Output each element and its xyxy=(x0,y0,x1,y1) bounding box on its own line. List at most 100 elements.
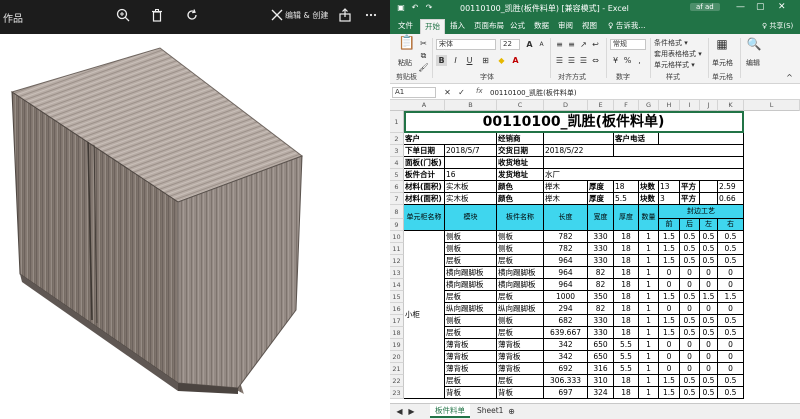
table-row-cell[interactable]: 306.333 xyxy=(544,375,588,387)
table-row-cell[interactable]: 964 xyxy=(544,255,588,267)
table-row-cell[interactable]: 350 xyxy=(588,291,614,303)
table-row-cell[interactable]: 0 xyxy=(700,303,718,315)
table-row-cell[interactable]: 1.5 xyxy=(659,315,680,327)
column-header[interactable]: K xyxy=(718,100,744,111)
table-row-cell[interactable]: 0 xyxy=(659,279,680,291)
table-row-cell[interactable]: 1 xyxy=(639,375,659,387)
row-header[interactable]: 4 xyxy=(390,157,404,169)
table-row-cell[interactable]: 侧板 xyxy=(497,231,544,243)
table-row-cell[interactable]: 0 xyxy=(718,363,744,375)
format-painter-icon[interactable]: 🖌 xyxy=(418,62,429,73)
cell[interactable] xyxy=(614,145,744,157)
cell[interactable]: 材料(面积) xyxy=(404,181,445,193)
table-header-cell[interactable]: 数量 xyxy=(639,205,659,231)
table-row-cell[interactable]: 1.5 xyxy=(659,291,680,303)
table-row-cell[interactable]: 0.5 xyxy=(718,231,744,243)
sheet-tab-2[interactable]: Sheet1 xyxy=(472,404,508,418)
table-row-cell[interactable]: 5.5 xyxy=(614,339,639,351)
table-row-cell[interactable]: 0.5 xyxy=(700,375,718,387)
table-row-cell[interactable]: 1 xyxy=(639,255,659,267)
table-row-cell[interactable]: 18 xyxy=(614,303,639,315)
table-row-cell[interactable]: 侧板 xyxy=(497,243,544,255)
table-row-cell[interactable]: 1.5 xyxy=(659,375,680,387)
cell[interactable]: 块数 xyxy=(639,181,659,193)
row-header[interactable]: 14 xyxy=(390,279,404,291)
shrink-font-icon[interactable]: A xyxy=(536,39,547,50)
cell[interactable]: 2018/5/7 xyxy=(445,145,497,157)
cell[interactable]: 颜色 xyxy=(497,181,544,193)
tell-me-box[interactable]: ♀ 告诉我... xyxy=(604,19,650,34)
table-row-cell[interactable]: 0 xyxy=(680,267,700,279)
table-row-cell[interactable]: 0 xyxy=(659,303,680,315)
table-row-cell[interactable]: 0.5 xyxy=(718,387,744,399)
table-row-cell[interactable]: 330 xyxy=(588,243,614,255)
table-row-cell[interactable]: 330 xyxy=(588,327,614,339)
table-row-cell[interactable]: 侧板 xyxy=(445,315,497,327)
table-row-cell[interactable]: 0 xyxy=(659,267,680,279)
cell[interactable]: 收货地址 xyxy=(497,157,544,169)
table-row-cell[interactable]: 侧板 xyxy=(445,243,497,255)
table-row-cell[interactable]: 1 xyxy=(639,243,659,255)
tab-page-layout[interactable]: 页面布局 xyxy=(470,19,508,34)
column-header[interactable]: J xyxy=(700,100,718,111)
row-header[interactable]: 15 xyxy=(390,291,404,303)
cell[interactable]: 2018/5/22 xyxy=(544,145,614,157)
table-row-cell[interactable]: 0.5 xyxy=(718,255,744,267)
table-row-cell[interactable]: 782 xyxy=(544,243,588,255)
table-row-cell[interactable]: 18 xyxy=(614,375,639,387)
fill-color-icon[interactable]: ◆ xyxy=(496,55,507,66)
table-row-cell[interactable]: 697 xyxy=(544,387,588,399)
align-right-icon[interactable]: ☰ xyxy=(578,55,589,66)
spreadsheet-grid[interactable]: ABCDEFGHIJKL 1 2 3 4 5 6 7 8 9 10 11 12 13 14 15 16 17 18… xyxy=(390,100,800,403)
percent-icon[interactable]: % xyxy=(622,55,633,66)
table-row-cell[interactable]: 层板 xyxy=(445,291,497,303)
cell-styles-button[interactable]: 单元格样式 ▾ xyxy=(654,60,695,70)
table-row-cell[interactable]: 层板 xyxy=(445,327,497,339)
table-row-cell[interactable]: 964 xyxy=(544,279,588,291)
table-row-cell[interactable]: 0.5 xyxy=(700,231,718,243)
cell[interactable]: 实木板 xyxy=(445,181,497,193)
undo-icon[interactable]: ↶ xyxy=(410,3,420,13)
table-row-cell[interactable]: 纵向踢脚板 xyxy=(497,303,544,315)
cell[interactable] xyxy=(700,193,718,205)
cut-icon[interactable]: ✂ xyxy=(418,38,429,49)
table-row-cell[interactable]: 0 xyxy=(700,363,718,375)
row-header[interactable]: 7 xyxy=(390,193,404,205)
table-row-cell[interactable]: 1 xyxy=(639,231,659,243)
table-row-cell[interactable]: 横向踢脚板 xyxy=(445,267,497,279)
table-row-cell[interactable]: 1.5 xyxy=(718,291,744,303)
table-row-cell[interactable]: 0 xyxy=(659,351,680,363)
table-row-cell[interactable]: 0.5 xyxy=(718,327,744,339)
cell[interactable]: 客户电话 xyxy=(614,133,659,145)
row-header[interactable]: 17 xyxy=(390,315,404,327)
cell[interactable]: 颜色 xyxy=(497,193,544,205)
grow-font-icon[interactable]: A xyxy=(524,39,535,50)
table-row-cell[interactable]: 0.5 xyxy=(680,291,700,303)
table-row-cell[interactable]: 1 xyxy=(639,303,659,315)
column-header[interactable]: B xyxy=(445,100,497,111)
align-left-icon[interactable]: ☰ xyxy=(554,55,565,66)
cell[interactable]: 榉木 xyxy=(544,193,588,205)
table-row-cell[interactable]: 0.5 xyxy=(680,231,700,243)
enter-icon[interactable]: ✓ xyxy=(456,87,467,98)
table-row-cell[interactable]: 782 xyxy=(544,231,588,243)
table-row-cell[interactable]: 0.5 xyxy=(680,255,700,267)
row-header[interactable]: 20 xyxy=(390,351,404,363)
table-row-cell[interactable]: 330 xyxy=(588,231,614,243)
orientation-icon[interactable]: ↗ xyxy=(578,39,589,50)
table-row-cell[interactable]: 639.667 xyxy=(544,327,588,339)
table-row-cell[interactable]: 横向踢脚板 xyxy=(497,279,544,291)
table-row-cell[interactable]: 18 xyxy=(614,255,639,267)
table-row-cell[interactable]: 18 xyxy=(614,267,639,279)
table-row-cell[interactable]: 0 xyxy=(659,363,680,375)
cell[interactable]: 厚度 xyxy=(588,181,614,193)
table-header-cell[interactable]: 板件名称 xyxy=(497,205,544,231)
maximize-icon[interactable]: ▢ xyxy=(756,2,765,12)
row-header[interactable]: 13 xyxy=(390,267,404,279)
table-row-cell[interactable]: 薄背板 xyxy=(445,363,497,375)
table-row-cell[interactable]: 310 xyxy=(588,375,614,387)
more-icon[interactable] xyxy=(362,8,380,26)
row-header[interactable]: 10 xyxy=(390,231,404,243)
table-row-cell[interactable]: 1.5 xyxy=(659,255,680,267)
cell[interactable]: 下单日期 xyxy=(404,145,445,157)
